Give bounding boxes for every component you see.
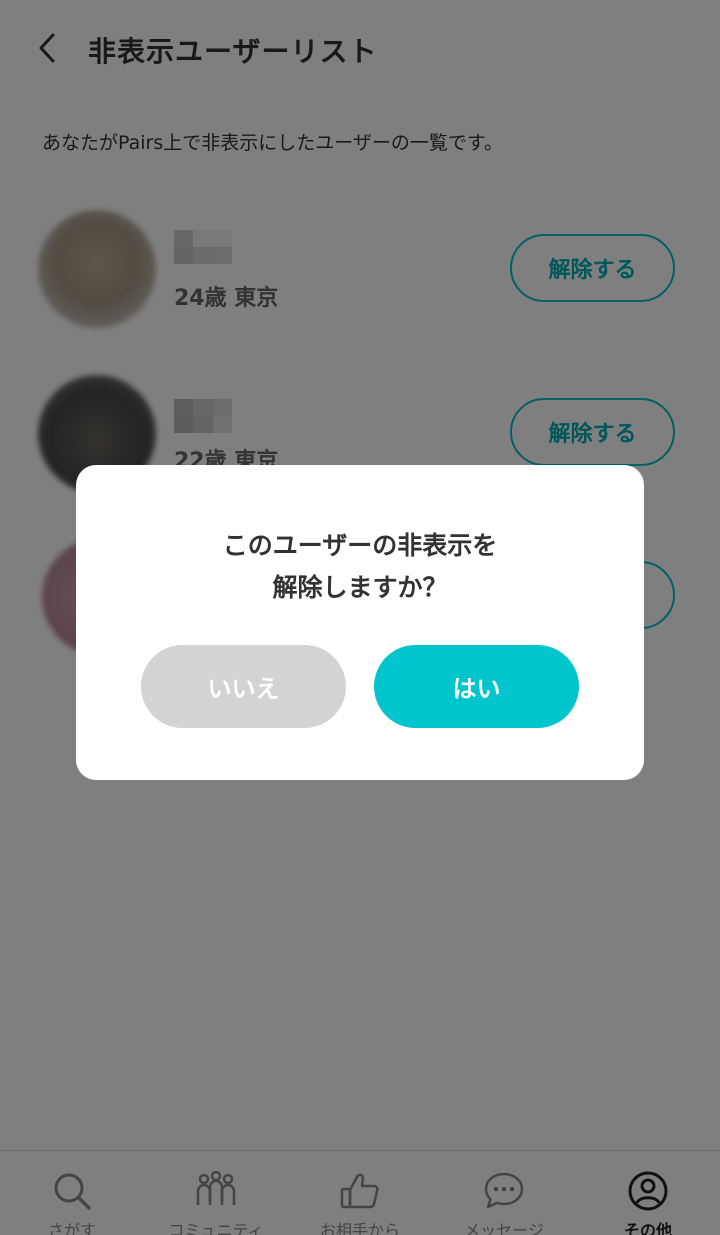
dialog-message-line2: 解除しますか？ xyxy=(272,573,448,602)
dialog-message-line1: このユーザーの非表示を xyxy=(222,531,498,560)
dialog-message: このユーザーの非表示を 解除しますか？ xyxy=(76,525,644,609)
yes-button[interactable]: はい xyxy=(374,645,579,728)
confirm-dialog: このユーザーの非表示を 解除しますか？ いいえ はい xyxy=(76,465,644,780)
no-button[interactable]: いいえ xyxy=(141,645,346,728)
hidden-users-screen: 非表示ユーザーリスト あなたがPairs上で非表示にしたユーザーの一覧です。 2… xyxy=(0,0,720,1235)
